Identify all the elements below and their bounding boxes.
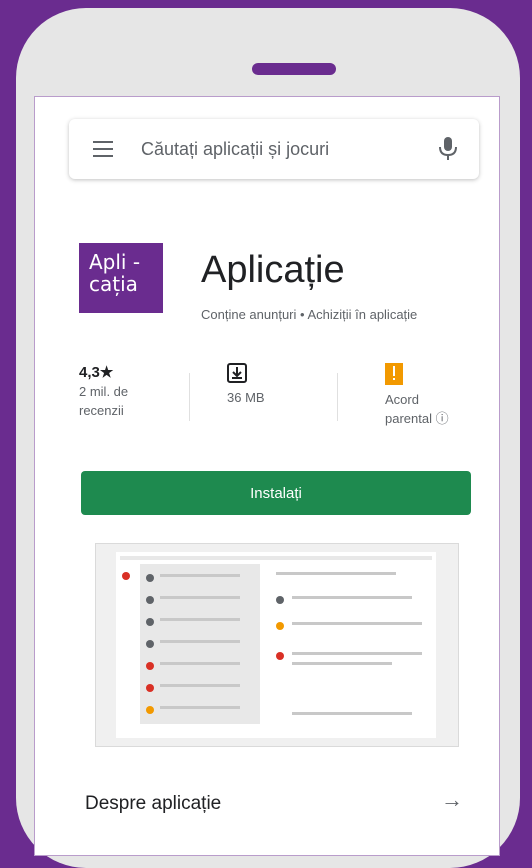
app-title: Aplicație	[201, 249, 345, 291]
size-stat: 36 MB	[227, 363, 265, 407]
divider	[499, 373, 500, 421]
search-input[interactable]: Căutați aplicații și jocuri	[141, 139, 329, 160]
microphone-icon[interactable]	[437, 135, 459, 163]
app-icon[interactable]: Apli - cația	[79, 243, 163, 313]
search-bar[interactable]: Căutați aplicații și jocuri	[69, 119, 479, 179]
app-store-screen: Căutați aplicații și jocuri Apli - cația…	[34, 96, 500, 856]
app-tags: Conține anunțuri • Achiziții în aplicați…	[201, 307, 418, 322]
app-screenshot-preview[interactable]	[95, 543, 459, 747]
divider	[337, 373, 338, 421]
divider	[189, 373, 190, 421]
parental-stat[interactable]: Acord parental ⓘ	[385, 363, 449, 428]
app-stats: 4,3★ 2 mil. de recenzii 36 MB Acord pare…	[79, 363, 500, 443]
reviews-label: recenzii	[79, 403, 124, 418]
parental-guidance-icon	[385, 363, 403, 385]
app-icon-text-line2: cația	[89, 272, 138, 296]
hamburger-menu-icon[interactable]	[93, 141, 113, 157]
arrow-right-icon[interactable]: →	[441, 787, 463, 813]
rating-value: 4,3★	[79, 364, 114, 381]
size-value: 36 MB	[227, 390, 265, 405]
download-icon	[227, 363, 247, 383]
preview-image	[116, 552, 436, 738]
install-button[interactable]: Instalați	[81, 471, 471, 515]
app-icon-text-line1: Apli -	[89, 250, 141, 274]
parental-label-line1: Acord	[385, 392, 419, 407]
reviews-count: 2 mil. de	[79, 384, 129, 399]
rating-stat[interactable]: 4,3★ 2 mil. de recenzii	[79, 363, 128, 420]
phone-speaker	[252, 63, 336, 75]
parental-label-line2: parental ⓘ	[385, 411, 449, 426]
about-app-title[interactable]: Despre aplicație	[85, 793, 221, 815]
